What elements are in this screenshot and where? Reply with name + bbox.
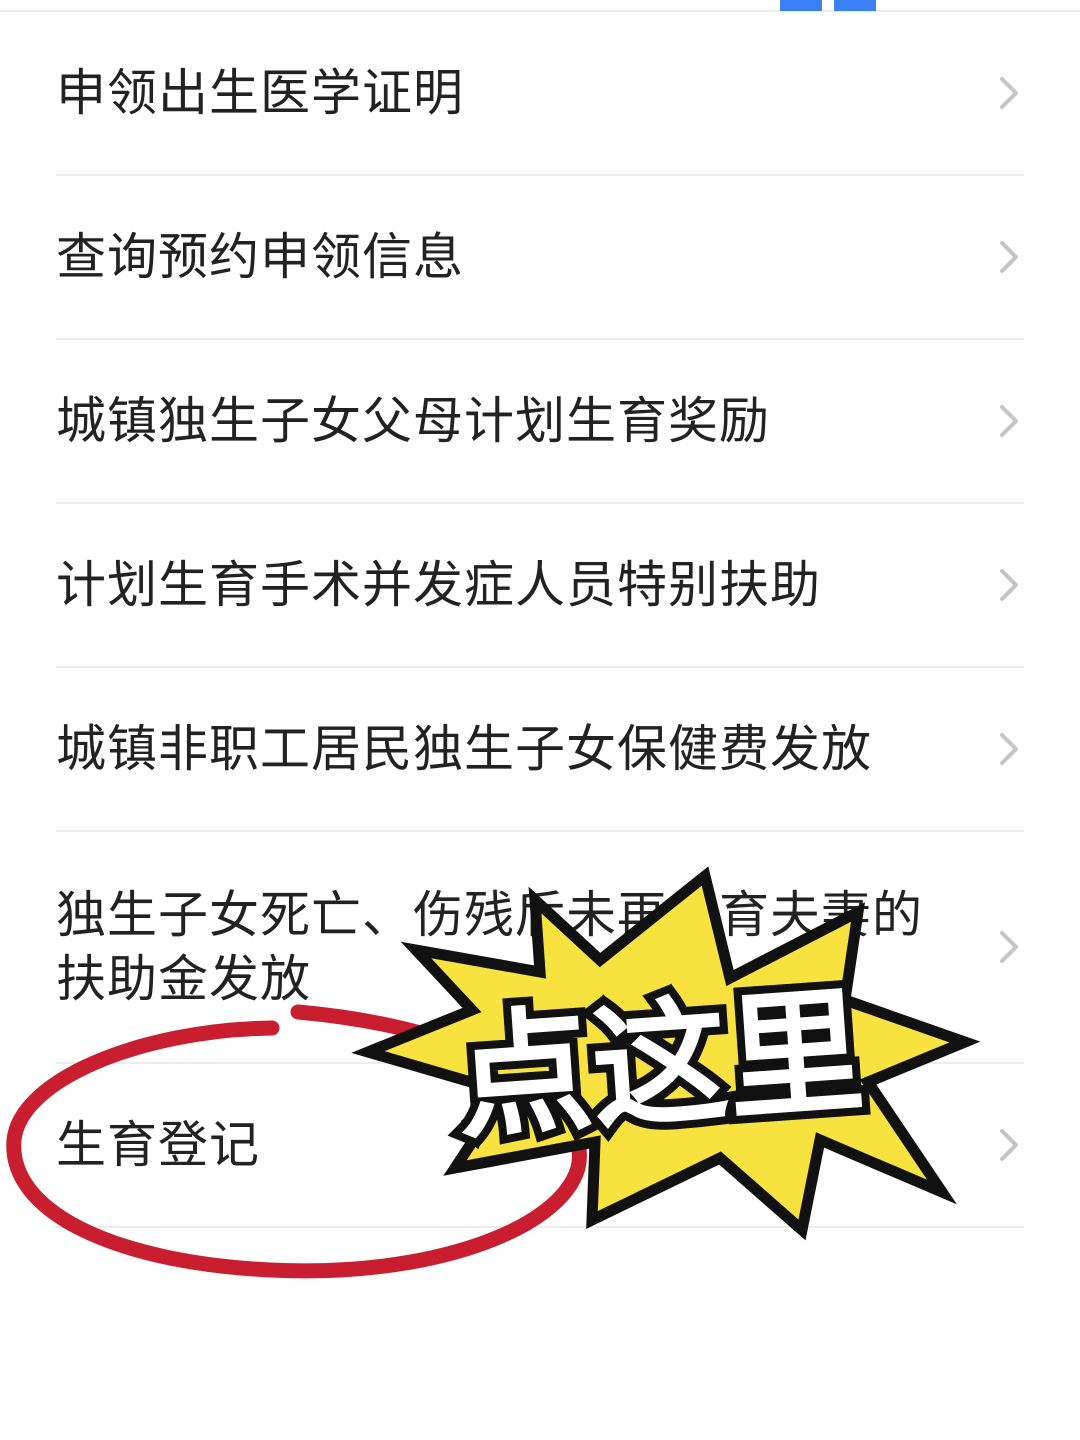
menu-item-health-fee-distribution[interactable]: 城镇非职工居民独生子女保健费发放 [56, 668, 1024, 832]
chevron-right-icon [1000, 405, 1018, 437]
menu-item-label: 生育登记 [56, 1116, 260, 1174]
top-tab-indicator-left [780, 0, 822, 11]
top-tab-indicator-right [834, 0, 876, 11]
menu-item-label: 查询预约申领信息 [56, 228, 464, 286]
menu-item-label: 计划生育手术并发症人员特别扶助 [56, 556, 821, 614]
menu-item-label: 城镇独生子女父母计划生育奖励 [56, 392, 770, 450]
menu-item-label: 独生子女死亡、伤残后未再生育夫妻的扶助金发放 [56, 886, 923, 1008]
menu-item-label: 城镇非职工居民独生子女保健费发放 [56, 720, 872, 778]
menu-item-only-child-parents-reward[interactable]: 城镇独生子女父母计划生育奖励 [56, 340, 1024, 504]
menu-item-birth-registration[interactable]: 生育登记 [56, 1064, 1024, 1228]
chevron-right-icon [1000, 241, 1018, 273]
menu-item-label: 申领出生医学证明 [56, 64, 464, 122]
chevron-right-icon [1000, 931, 1018, 963]
menu-item-surgery-complication-assistance[interactable]: 计划生育手术并发症人员特别扶助 [56, 504, 1024, 668]
chevron-right-icon [1000, 1129, 1018, 1161]
menu-item-assistance-fund-distribution[interactable]: 独生子女死亡、伤残后未再生育夫妻的扶助金发放 [56, 832, 1024, 1064]
menu-item-query-appointment[interactable]: 查询预约申领信息 [56, 176, 1024, 340]
service-menu-list: 申领出生医学证明 查询预约申领信息 城镇独生子女父母计划生育奖励 计划生育手术并… [0, 12, 1080, 1228]
chevron-right-icon [1000, 77, 1018, 109]
menu-item-birth-certificate[interactable]: 申领出生医学证明 [56, 12, 1024, 176]
chevron-right-icon [1000, 733, 1018, 765]
chevron-right-icon [1000, 569, 1018, 601]
